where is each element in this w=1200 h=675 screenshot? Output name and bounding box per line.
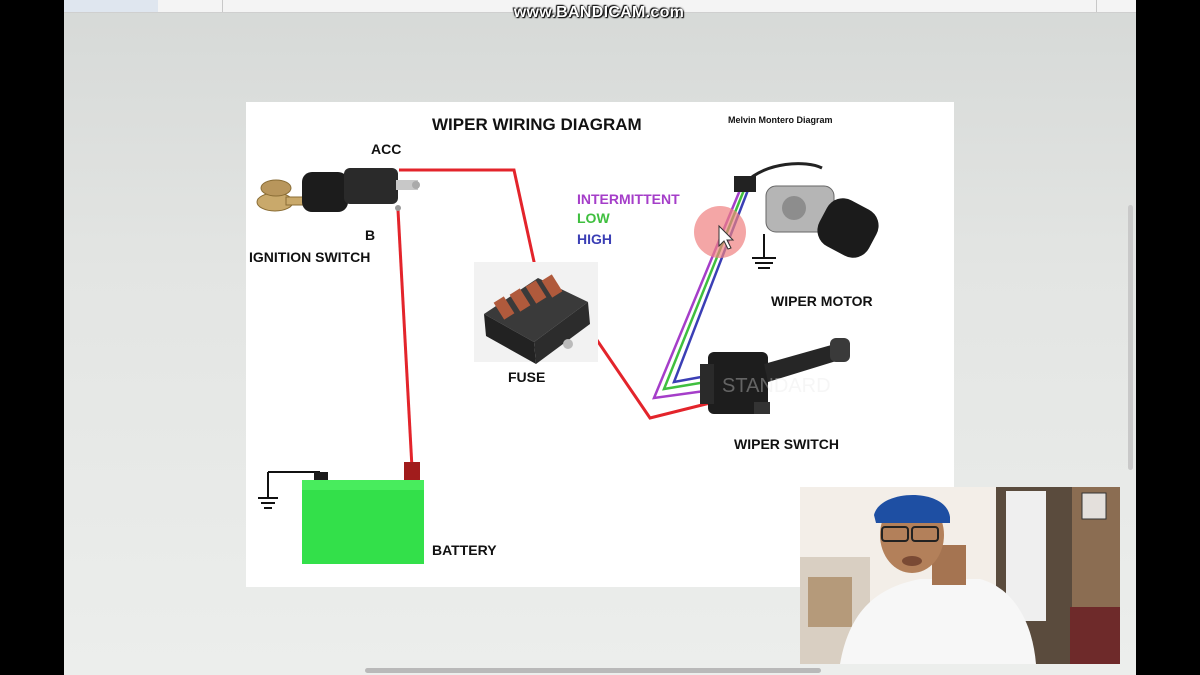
horizontal-scrollbar[interactable] (365, 668, 821, 673)
fuse-box-image (474, 262, 598, 364)
legend-intermittent: INTERMITTENT (577, 191, 680, 207)
b-to-battery-wire (396, 209, 414, 469)
battery-image (258, 462, 424, 564)
wiper-switch-image: STANDARD (700, 338, 850, 414)
diagram-title: WIPER WIRING DIAGRAM (432, 115, 642, 134)
b-terminal-label: B (365, 227, 376, 243)
tab-separator (1096, 0, 1097, 12)
svg-text:STANDARD: STANDARD (722, 375, 831, 397)
ignition-switch-label: IGNITION SWITCH (249, 249, 371, 265)
wiper-motor-image (734, 162, 879, 269)
recorder-watermark: www.BANDICAM.com (513, 4, 685, 21)
webcam-feed-image (800, 487, 1120, 664)
fuse-to-switch-wire (584, 323, 715, 420)
battery-label: BATTERY (432, 542, 497, 558)
browser-tab[interactable] (64, 0, 158, 12)
ignition-switch-image (256, 168, 420, 212)
wiper-switch-label: WIPER SWITCH (734, 436, 839, 452)
acc-terminal-label: ACC (371, 141, 402, 157)
vertical-scrollbar[interactable] (1128, 205, 1133, 470)
tab-separator (222, 0, 223, 12)
legend-low: LOW (577, 210, 610, 226)
diagram-author: Melvin Montero Diagram (728, 115, 833, 125)
fuse-label: FUSE (508, 369, 546, 385)
wiper-motor-label: WIPER MOTOR (771, 293, 873, 309)
webcam-overlay (800, 487, 1120, 664)
legend-high: HIGH (577, 231, 612, 247)
